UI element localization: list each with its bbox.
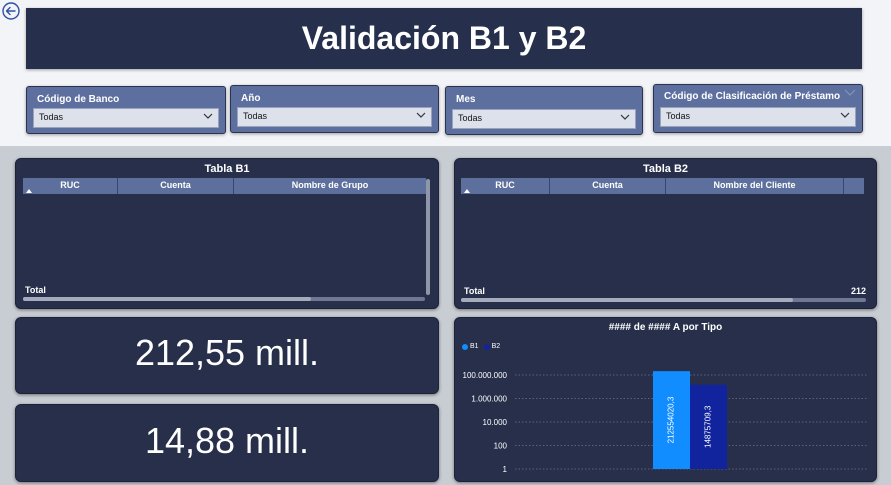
dropdown-value: Todas bbox=[458, 113, 483, 123]
sort-ascending-icon[interactable] bbox=[26, 189, 32, 193]
back-arrow-icon[interactable] bbox=[2, 2, 20, 20]
table-b1-panel: Tabla B1 RUC Cuenta Nombre de Grupo Tota… bbox=[15, 158, 439, 309]
sort-ascending-icon[interactable] bbox=[464, 189, 470, 193]
horizontal-scrollbar[interactable] bbox=[461, 298, 866, 302]
y-tick-label: 100.000.000 bbox=[463, 371, 508, 380]
column-header-nombre-cliente[interactable]: Nombre del Cliente bbox=[666, 178, 844, 194]
filter-clasificacion-prestamo[interactable]: Código de Clasificación de Préstamo Toda… bbox=[653, 84, 863, 133]
column-header-cuenta[interactable]: Cuenta bbox=[550, 178, 666, 194]
dropdown[interactable]: Todas bbox=[33, 108, 219, 128]
filter-codigo-banco[interactable]: Código de Banco Todas bbox=[26, 86, 226, 134]
column-header-ruc[interactable]: RUC bbox=[23, 178, 118, 194]
bar-chart: 1 100 10.000 1.000.000 100.000.000 212554020,… bbox=[463, 371, 867, 474]
bar-data-label: 14875709,3 bbox=[704, 405, 713, 448]
dropdown[interactable]: Todas bbox=[237, 107, 432, 127]
dropdown[interactable]: Todas bbox=[452, 109, 636, 129]
y-tick-label: 10.000 bbox=[483, 418, 508, 427]
table-b1-header: RUC Cuenta Nombre de Grupo bbox=[23, 178, 426, 194]
filter-label: Código de Clasificación de Préstamo bbox=[664, 91, 841, 102]
page-title: Validación B1 y B2 bbox=[26, 8, 862, 69]
column-header-ruc[interactable]: RUC bbox=[461, 178, 550, 194]
dropdown-value: Todas bbox=[666, 111, 691, 121]
dropdown-value: Todas bbox=[243, 111, 268, 121]
table-b2-total-label: Total bbox=[464, 286, 485, 296]
card-b1-total: 212,55 mill. bbox=[15, 317, 439, 394]
clear-filter-icon[interactable] bbox=[844, 89, 856, 98]
bar-data-label: 212554020,3 bbox=[667, 396, 676, 443]
filter-label: Mes bbox=[456, 94, 476, 105]
y-tick-label: 100 bbox=[494, 442, 508, 451]
chevron-down-icon bbox=[416, 112, 426, 118]
card-value: 14,88 mill. bbox=[144, 420, 310, 461]
table-b1-total-label: Total bbox=[25, 285, 46, 295]
vertical-scrollbar[interactable] bbox=[426, 179, 430, 295]
filter-label: Año bbox=[241, 93, 261, 104]
filter-mes[interactable]: Mes Todas bbox=[445, 86, 643, 135]
y-tick-label: 1 bbox=[503, 465, 508, 474]
table-b2-header: RUC Cuenta Nombre del Cliente bbox=[461, 178, 864, 194]
column-header-cuenta[interactable]: Cuenta bbox=[118, 178, 234, 194]
filter-anio[interactable]: Año Todas bbox=[230, 85, 439, 133]
chevron-down-icon bbox=[620, 114, 630, 120]
card-b2-total: 14,88 mill. bbox=[15, 404, 439, 482]
chart-panel: #### de #### A por Tipo B1 B2 1 100 10.000… bbox=[454, 317, 877, 482]
chevron-down-icon bbox=[203, 113, 213, 119]
column-header-nombre-grupo[interactable]: Nombre de Grupo bbox=[234, 178, 426, 194]
horizontal-scrollbar[interactable] bbox=[23, 297, 425, 301]
table-b1-title: Tabla B1 bbox=[204, 163, 250, 175]
dropdown-value: Todas bbox=[39, 112, 64, 122]
y-tick-label: 1.000.000 bbox=[471, 395, 507, 404]
dropdown[interactable]: Todas bbox=[660, 107, 856, 127]
card-value: 212,55 mill. bbox=[134, 332, 320, 373]
filter-label: Código de Banco bbox=[37, 94, 120, 105]
table-b2-panel: Tabla B2 RUC Cuenta Nombre del Cliente T… bbox=[454, 158, 877, 309]
table-b2-total-value: 212 bbox=[850, 286, 866, 296]
chevron-down-icon bbox=[840, 112, 850, 118]
table-b2-title: Tabla B2 bbox=[642, 163, 689, 175]
